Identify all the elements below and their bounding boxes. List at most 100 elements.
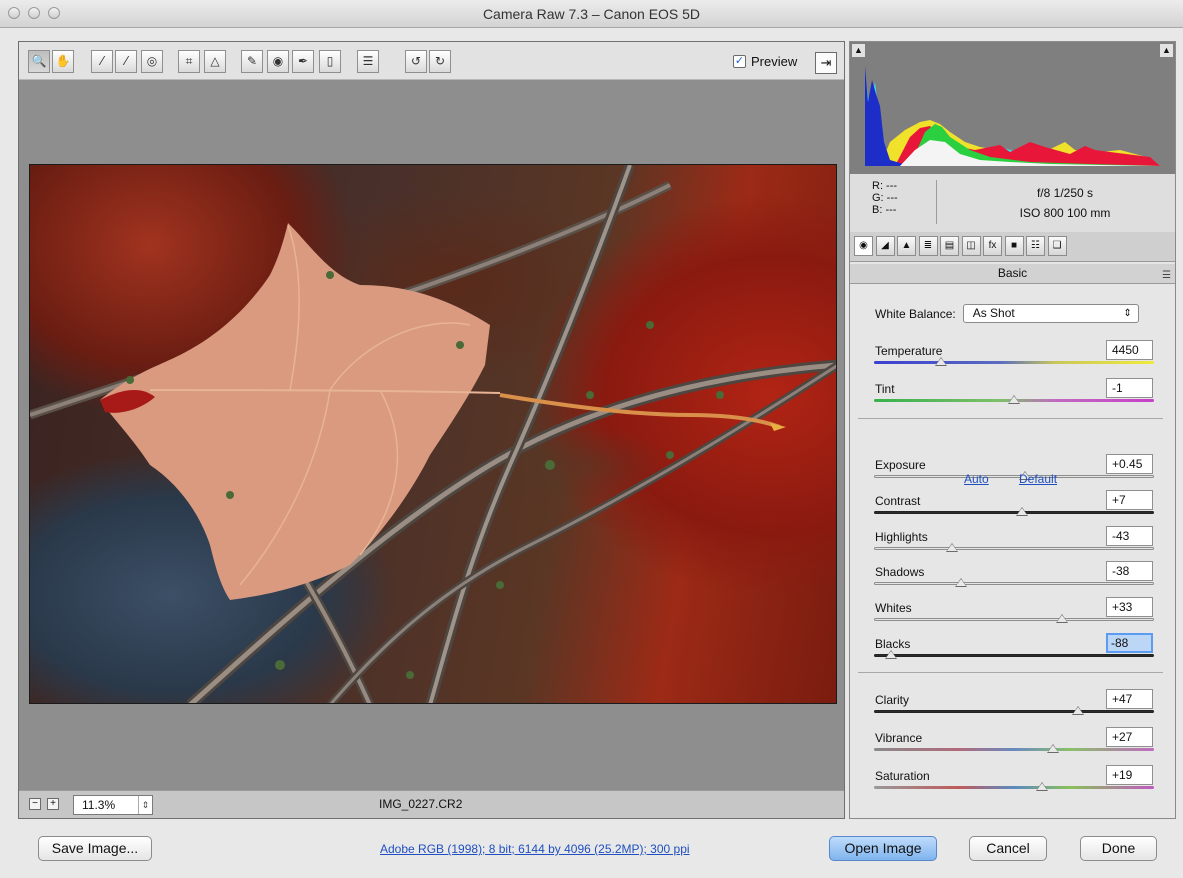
- contrast-slider-thumb[interactable]: [1016, 507, 1029, 516]
- saturation-slider-track[interactable]: [874, 786, 1154, 789]
- graduated-filter-icon[interactable]: ▯: [319, 50, 341, 73]
- camera-calibration-tab-icon[interactable]: ■: [1004, 236, 1024, 256]
- targeted-adjustment-tool-icon[interactable]: ◎: [141, 50, 163, 73]
- highlights-value-field[interactable]: -43: [1106, 526, 1153, 546]
- white-balance-value: As Shot: [972, 306, 1015, 320]
- status-bar: − + 11.3% ⇕ IMG_0227.CR2: [19, 790, 844, 818]
- hand-tool-icon[interactable]: ✋: [52, 50, 74, 73]
- blacks-value-field[interactable]: -88: [1106, 633, 1153, 653]
- straighten-tool-icon[interactable]: △: [204, 50, 226, 73]
- rotate-ccw-icon[interactable]: ↺: [405, 50, 427, 73]
- saturation-label: Saturation: [875, 769, 930, 783]
- white-balance-label: White Balance:: [875, 306, 956, 321]
- whites-slider-thumb[interactable]: [1055, 614, 1068, 623]
- pixel-info-panel: R: --- G: --- B: --- f/8 1/250 s ISO 800…: [850, 174, 1175, 232]
- adjustment-brush-icon[interactable]: ✒: [292, 50, 314, 73]
- zoom-level-select[interactable]: 11.3% ⇕: [73, 795, 153, 815]
- auto-link[interactable]: Auto: [964, 472, 989, 486]
- red-eye-removal-tool-icon[interactable]: ◉: [267, 50, 289, 73]
- color-sampler-tool-icon[interactable]: ⁄: [115, 50, 137, 73]
- histogram: ▲ ▲: [850, 42, 1175, 174]
- iso-focal-info: ISO 800 100 mm: [1019, 206, 1111, 220]
- divider: [936, 180, 937, 224]
- contrast-label: Contrast: [875, 494, 921, 508]
- white-balance-select[interactable]: As Shot ⇕: [962, 304, 1139, 323]
- zoom-out-button[interactable]: −: [29, 798, 41, 810]
- clarity-label: Clarity: [875, 693, 910, 707]
- snapshots-tab-icon[interactable]: ❑: [1047, 236, 1067, 256]
- image-preview[interactable]: [29, 164, 837, 704]
- preview-label: Preview: [751, 54, 798, 69]
- tone-curve-tab-icon[interactable]: ◢: [875, 236, 895, 256]
- presets-tab-icon[interactable]: ☷: [1026, 236, 1045, 256]
- exposure-slider-track[interactable]: [874, 475, 1154, 478]
- tint-value-field[interactable]: -1: [1106, 378, 1153, 398]
- tint-label: Tint: [875, 382, 895, 396]
- shadows-slider-track[interactable]: [874, 582, 1154, 585]
- saturation-value-field[interactable]: +19: [1106, 765, 1153, 785]
- panel-tabs: ◉ ◢ ▲ ≣ ▤ ◫ fx ■ ☷ ❑: [850, 232, 1175, 262]
- vibrance-slider-thumb[interactable]: [1047, 744, 1060, 753]
- open-image-button[interactable]: Open Image: [829, 836, 937, 861]
- split-toning-tab-icon[interactable]: ▤: [940, 236, 959, 256]
- highlights-slider-thumb[interactable]: [946, 543, 959, 552]
- white-balance-row: White Balance: As Shot ⇕: [875, 304, 1139, 323]
- toggle-fullscreen-icon[interactable]: ⇥: [815, 52, 837, 74]
- workflow-options-link[interactable]: Adobe RGB (1998); 8 bit; 6144 by 4096 (2…: [380, 842, 690, 856]
- vibrance-slider-track[interactable]: [874, 748, 1154, 751]
- zoom-tool-icon[interactable]: 🔍: [28, 50, 50, 73]
- preferences-icon[interactable]: ☰: [357, 50, 379, 73]
- shadows-value-field[interactable]: -38: [1106, 561, 1153, 581]
- detail-tab-icon[interactable]: ▲: [897, 236, 916, 256]
- white-balance-tool-icon[interactable]: ⁄: [91, 50, 113, 73]
- temperature-slider-thumb[interactable]: [935, 357, 948, 366]
- rotate-cw-icon[interactable]: ↻: [429, 50, 451, 73]
- exposure-value-field[interactable]: +0.45: [1106, 454, 1153, 474]
- shadows-slider-thumb[interactable]: [954, 578, 967, 587]
- exposure-info: f/8 1/250 s: [1036, 186, 1094, 200]
- saturation-slider-thumb[interactable]: [1036, 782, 1048, 791]
- temperature-value-field[interactable]: 4450: [1106, 340, 1153, 360]
- lens-corrections-tab-icon[interactable]: ◫: [961, 236, 981, 256]
- whites-slider-track[interactable]: [874, 618, 1154, 621]
- hsl-tab-icon[interactable]: ≣: [918, 236, 938, 256]
- tint-slider-thumb[interactable]: [1008, 395, 1020, 404]
- blacks-label: Blacks: [875, 637, 911, 651]
- title-bar: Camera Raw 7.3 – Canon EOS 5D: [0, 0, 1183, 28]
- clarity-slider-track[interactable]: [874, 710, 1154, 713]
- shadows-label: Shadows: [875, 565, 925, 579]
- contrast-slider-track[interactable]: [874, 511, 1154, 514]
- crop-tool-icon[interactable]: ⌗: [178, 50, 200, 73]
- highlights-slider-track[interactable]: [874, 547, 1154, 550]
- zoom-in-button[interactable]: +: [47, 798, 59, 810]
- blacks-slider-thumb[interactable]: [884, 650, 897, 659]
- window-title: Camera Raw 7.3 – Canon EOS 5D: [482, 6, 701, 22]
- divider: [858, 672, 1163, 673]
- preview-pane: 🔍 ✋ ⁄ ⁄ ◎ ⌗ △ ✎ ◉ ✒ ▯ ☰ ↺ ↻ ✓ Preview ⇥ − + 11.3% ⇕ I…: [18, 41, 845, 819]
- panel-title: Basic: [997, 266, 1028, 280]
- effects-tab-icon[interactable]: fx: [983, 236, 1002, 256]
- done-button[interactable]: Done: [1080, 836, 1157, 861]
- clarity-value-field[interactable]: +47: [1106, 689, 1153, 709]
- divider: [858, 418, 1163, 419]
- panel-menu-icon[interactable]: ☰: [1162, 267, 1171, 285]
- adjustments-pane: ▲ ▲ R: --- G: --- B: --- f/8 1/250 s ISO…: [849, 41, 1176, 819]
- save-image-button[interactable]: Save Image...: [38, 836, 152, 861]
- temperature-slider-track[interactable]: [874, 361, 1154, 364]
- stepper-arrows-icon[interactable]: ⇕: [138, 796, 152, 814]
- vibrance-value-field[interactable]: +27: [1106, 727, 1153, 747]
- whites-value-field[interactable]: +33: [1106, 597, 1153, 617]
- preview-checkbox[interactable]: ✓: [733, 55, 746, 68]
- clarity-slider-thumb[interactable]: [1072, 706, 1085, 715]
- preview-toggle[interactable]: ✓ Preview: [733, 54, 797, 69]
- basic-tab-icon[interactable]: ◉: [854, 236, 873, 256]
- exposure-label: Exposure: [875, 458, 926, 472]
- default-link[interactable]: Default: [1019, 472, 1057, 486]
- spot-removal-tool-icon[interactable]: ✎: [241, 50, 263, 73]
- contrast-value-field[interactable]: +7: [1106, 490, 1153, 510]
- green-readout: G: ---: [872, 192, 898, 204]
- blacks-slider-track[interactable]: [874, 654, 1154, 657]
- select-arrows-icon: ⇕: [1123, 308, 1132, 319]
- toolbar: 🔍 ✋ ⁄ ⁄ ◎ ⌗ △ ✎ ◉ ✒ ▯ ☰ ↺ ↻: [19, 42, 844, 80]
- cancel-button[interactable]: Cancel: [969, 836, 1047, 861]
